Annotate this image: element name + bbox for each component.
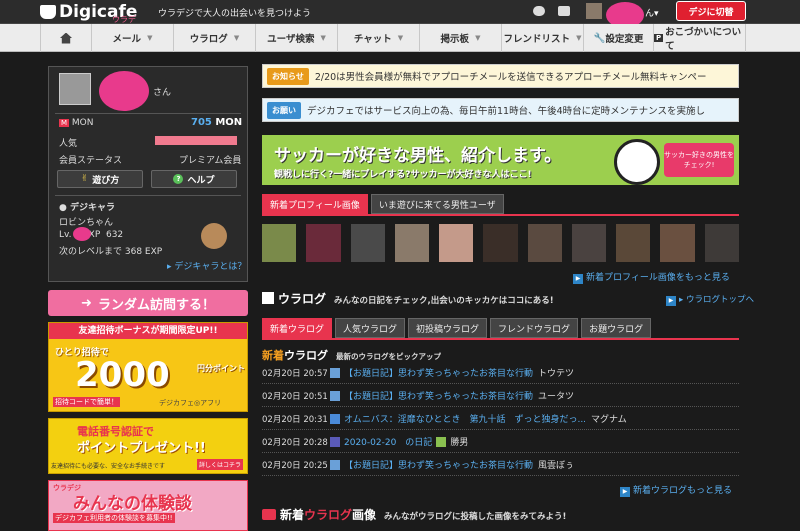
- digicafe-logo[interactable]: Digicafe ウラデジ: [40, 2, 137, 35]
- tab-new-uralog[interactable]: 新着ウラログ: [262, 318, 333, 338]
- home-icon: [60, 32, 72, 44]
- switch-digi-button[interactable]: デジに切替: [676, 1, 746, 21]
- random-visit-button[interactable]: ➜ ランダム訪問する！: [48, 290, 248, 316]
- circle-icon: ●: [59, 203, 67, 213]
- profile-thumb[interactable]: [262, 224, 297, 262]
- cup-icon: [40, 5, 56, 19]
- entry-icon: [330, 436, 340, 447]
- mon-icon: M: [59, 119, 70, 127]
- entry-icon: [330, 413, 340, 424]
- nav-chat[interactable]: チャット ▼: [338, 24, 420, 52]
- nav-friend-list[interactable]: フレンドリスト ▼: [502, 24, 584, 52]
- profile-thumbnails: [262, 224, 739, 262]
- entry-icon: [330, 390, 340, 401]
- chat-bubble-icon[interactable]: [533, 6, 545, 16]
- tab-new-profile-images[interactable]: 新着プロフィール画像: [262, 194, 368, 214]
- uralog-row[interactable]: 02月20日 20:28 2020-02-20 の日記 勝男: [262, 431, 739, 453]
- user-avatar[interactable]: [586, 3, 602, 19]
- profile-thumb[interactable]: [571, 224, 607, 262]
- entry-icon: [330, 367, 340, 378]
- profile-image[interactable]: [59, 73, 91, 105]
- uralog-image-header: 新着ウラログ画像 みんながウラログに投稿した画像をみてみよう!: [262, 506, 566, 523]
- notice-bar[interactable]: お知らせ 2/20は男性会員様が無料でアプローチメールを送信できるアプローチメー…: [262, 64, 739, 88]
- tab-theme-uralog[interactable]: お題ウラログ: [581, 318, 652, 338]
- tagline: ウラデジで大人の出会いを見つけよう: [158, 9, 312, 19]
- tab-popular-uralog[interactable]: 人気ウラログ: [335, 318, 406, 338]
- uralog-header: ウラログ みんなの日記をチェック,出会いのキッカケはココにある!: [262, 290, 554, 307]
- nav-board[interactable]: 掲示板 ▼: [420, 24, 502, 52]
- nav-home[interactable]: [40, 24, 92, 52]
- profile-tabs: 新着プロフィール画像 いま遊びに来てる男性ユーザ: [262, 194, 504, 214]
- soccer-ball-icon: [614, 139, 660, 185]
- arrow-right-icon: ➜: [81, 295, 92, 311]
- profile-thumb[interactable]: [616, 224, 651, 262]
- uralog-row[interactable]: 02月20日 20:51 【お題日記】思わず笑っちゃったお茶目な行動 ユータツ: [262, 385, 739, 407]
- profile-thumb[interactable]: [394, 224, 430, 262]
- diary-icon: [262, 292, 274, 304]
- profile-thumb[interactable]: [439, 224, 474, 262]
- phone-verify-banner[interactable]: 電話番号認証で ポイントプレゼント!! 友達招待にも必要な、安全なお手続きです …: [48, 418, 248, 474]
- uralog-row[interactable]: 02月20日 20:25 【お題日記】思わず笑っちゃったお茶目な行動 風雲ぼぅ: [262, 454, 739, 476]
- privacy-heart-icon: [99, 71, 149, 111]
- digichara-about-link[interactable]: ▸ デジキャラとは？: [167, 259, 246, 272]
- entry-icon: [330, 459, 340, 470]
- tab-visiting-users[interactable]: いま遊びに来てる男性ユーザ: [370, 194, 504, 214]
- popularity-bar: [155, 136, 237, 145]
- experience-stories-banner[interactable]: ウラデジ みんなの体験談 デジカフェ利用者の体験談を募集中!!: [48, 480, 248, 531]
- uralog-top-link[interactable]: ▸ ウラログトップへ: [666, 293, 754, 306]
- uralog-tabs: 新着ウラログ 人気ウラログ 初投稿ウラログ フレンドウラログ お題ウラログ: [262, 318, 652, 338]
- nav-uralog[interactable]: ウラログ ▼: [174, 24, 256, 52]
- profile-thumb[interactable]: [704, 224, 739, 262]
- nav-settings[interactable]: 🔧 設定変更: [584, 24, 654, 52]
- hand-icon: ✌: [80, 174, 89, 184]
- nav-mail[interactable]: メール ▼: [92, 24, 174, 52]
- top-bar: Digicafe ウラデジ ウラデジで大人の出会いを見つけよう ん▾ デジに切替: [0, 0, 800, 35]
- profile-thumb[interactable]: [350, 224, 385, 262]
- request-bar[interactable]: お願い デジカフェではサービス向上の為、毎日午前11時台、午後4時台に定時メンテ…: [262, 98, 739, 122]
- p-icon: P: [654, 34, 664, 42]
- profile-thumb[interactable]: [483, 224, 518, 262]
- main-nav: メール ▼ ウラログ ▼ ユーザ検索 ▼ チャット ▼ 掲示板 ▼ フレンドリスト ▼ 🔧 設…: [0, 24, 800, 52]
- howto-button[interactable]: ✌ 遊び方: [57, 170, 143, 188]
- profile-panel: さん M MON 705 MON 人気 会員ステータス プレミアム会員 ✌ 遊び方…: [48, 66, 248, 282]
- digichara-image[interactable]: [201, 223, 227, 249]
- tab-first-post-uralog[interactable]: 初投稿ウラログ: [408, 318, 488, 338]
- privacy-heart-icon: [73, 227, 91, 241]
- profile-thumb[interactable]: [660, 224, 695, 262]
- soccer-banner[interactable]: サッカーが好きな男性、紹介します。 観戦しに行く?一緒にプレイする?サッカーが大…: [262, 135, 739, 185]
- entry-badge-icon: [436, 436, 447, 447]
- uralog-row[interactable]: 02月20日 20:31 オムニバス：淫靡なひととき 第九十話 ずっと独身だっ.…: [262, 408, 739, 430]
- profile-thumb[interactable]: [306, 224, 341, 262]
- question-icon: ?: [173, 174, 184, 184]
- invite-bonus-banner[interactable]: 友達招待ボーナスが期間限定UP!! ひとり招待で 2000 円分ポイント 招待コ…: [48, 322, 248, 412]
- nav-user-search[interactable]: ユーザ検索 ▼: [256, 24, 338, 52]
- new-uralog-title: 新着ウラログ 最新のウラログをピックアップ: [262, 349, 441, 362]
- nav-allowance[interactable]: P おこづかいについて: [654, 24, 746, 52]
- notice-icon[interactable]: [558, 6, 570, 16]
- uralog-row[interactable]: 02月20日 20:57 【お題日記】思わず笑っちゃったお茶目な行動 トウテツ: [262, 362, 739, 384]
- profile-more-link[interactable]: 新着プロフィール画像をもっと見る: [573, 270, 730, 284]
- help-button[interactable]: ? ヘルプ: [151, 170, 237, 188]
- user-menu[interactable]: ん▾: [645, 6, 659, 19]
- wrench-icon: 🔧: [593, 32, 606, 44]
- uralog-more-link[interactable]: 新着ウラログもっと見る: [620, 483, 732, 497]
- tab-friend-uralog[interactable]: フレンドウラログ: [490, 318, 579, 338]
- camera-icon: [262, 509, 276, 520]
- profile-thumb[interactable]: [527, 224, 562, 262]
